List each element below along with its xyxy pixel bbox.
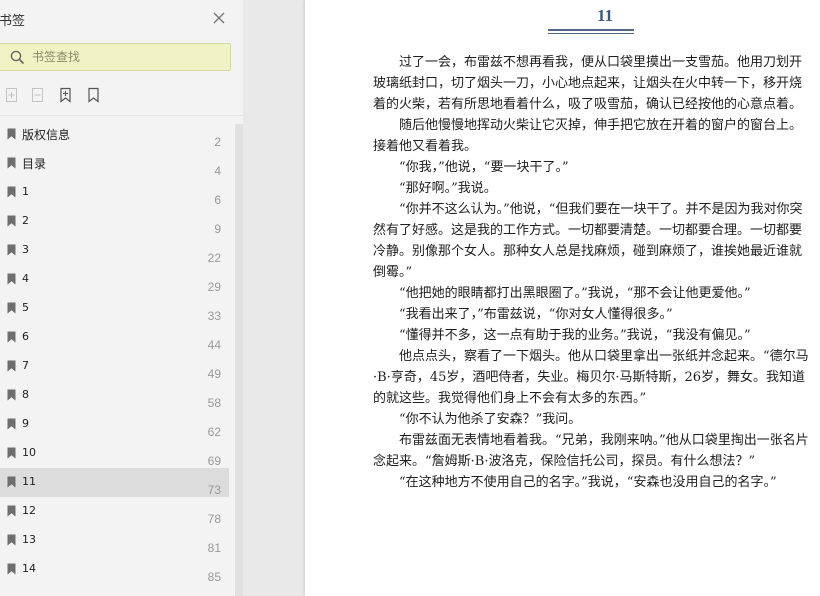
- bookmark-page-number: 62: [207, 425, 221, 439]
- bookmark-item[interactable]: 29: [0, 207, 229, 236]
- bookmark-page-number: 85: [207, 570, 221, 584]
- document-gutter: [243, 0, 305, 596]
- chapter-rule: [548, 29, 634, 31]
- bookmark-list: 版权信息 2 目录 4 1 6 2 9 3 22 4 29 5 33 6 44 7 49 8 58 9 62 10 69 11 7…: [0, 120, 229, 584]
- bookmark-item[interactable]: 版权信息 2: [0, 120, 229, 149]
- bookmark-flag-icon: [7, 360, 16, 372]
- bookmark-label: 7: [22, 359, 29, 372]
- add-bookmark-icon[interactable]: [4, 86, 20, 104]
- bookmark-item[interactable]: 12 78: [0, 497, 229, 526]
- paragraph: “你并不这么认为。”他说，“但我们要在一块干了。并不是因为我对你突然有了好感。这…: [373, 202, 803, 280]
- bookmark-label: 目录: [22, 157, 47, 171]
- paragraph: “你我，”他说，“要一块干了。”: [399, 160, 569, 175]
- bookmark-page-number: 6: [214, 193, 221, 207]
- bookmark-label: 9: [22, 417, 29, 430]
- bookmark-page-number: 69: [207, 454, 221, 468]
- chapter-number: 11: [596, 6, 614, 25]
- bookmark-page-number: 4: [214, 164, 221, 178]
- bookmark-flag-icon: [7, 505, 16, 517]
- chapter-rule: [548, 33, 634, 34]
- bookmark-label: 14: [22, 562, 36, 575]
- bookmark-item[interactable]: 7 49: [0, 352, 229, 381]
- bookmark-outline-icon[interactable]: [86, 86, 102, 104]
- bookmark-label: 11: [22, 475, 36, 488]
- bookmark-search-input[interactable]: [32, 50, 212, 64]
- bookmark-flag-icon: [7, 215, 16, 227]
- paragraph: “在这种地方不使用自己的名字。”我说，“安森也没用自己的名字。”: [399, 475, 777, 490]
- bookmark-label: 4: [22, 272, 29, 285]
- bookmark-label: 1: [22, 185, 29, 198]
- close-icon[interactable]: [212, 11, 226, 25]
- paragraph: 布雷兹面无表情地看着我。“兄弟，我刚来呐。”他从口袋里掏出一张名片念起来。“詹姆…: [373, 433, 809, 469]
- bookmark-flag-icon: [7, 186, 16, 198]
- bookmark-item[interactable]: 13 81: [0, 526, 229, 555]
- paragraph: “懂得并不多，这一点有助于我的业务。”我说，“我没有偏见。”: [399, 328, 751, 343]
- bookmark-page-number: 49: [207, 367, 221, 381]
- bookmark-page-number: 29: [207, 280, 221, 294]
- bookmark-label: 5: [22, 301, 29, 314]
- paragraph: “他把她的眼睛都打出黑眼圈了。”我说，“那不会让他更爱他。”: [399, 286, 751, 301]
- bookmark-flag-icon: [7, 534, 16, 546]
- bookmark-flag-icon: [7, 302, 16, 314]
- bookmark-page-number: 33: [207, 309, 221, 323]
- bookmark-label: 版权信息: [22, 128, 71, 142]
- bookmark-label: 2: [22, 214, 29, 227]
- toolbar-divider: [0, 115, 243, 116]
- bookmark-page-number: 22: [207, 251, 221, 265]
- bookmark-icon[interactable]: [58, 86, 74, 104]
- bookmark-label: 13: [22, 533, 36, 546]
- sidebar-scrollbar[interactable]: [235, 124, 243, 596]
- bookmark-flag-icon: [7, 331, 16, 343]
- bookmark-page-number: 78: [207, 512, 221, 526]
- bookmark-flag-icon: [7, 244, 16, 256]
- delete-bookmark-icon[interactable]: [30, 86, 46, 104]
- chapter-text: 过了一会，布雷兹不想再看我，便从口袋里摸出一支雪茄。他用刀划开玻璃纸封口，切了烟…: [373, 52, 813, 493]
- bookmark-page-number: 9: [214, 222, 221, 236]
- paragraph: “你不认为他杀了安森？”我问。: [399, 412, 582, 427]
- bookmark-item[interactable]: 8 58: [0, 381, 229, 410]
- bookmark-flag-icon: [7, 128, 16, 140]
- bookmark-item[interactable]: 9 62: [0, 410, 229, 439]
- paragraph: 他点点头，察看了一下烟头。他从口袋里拿出一张纸并念起来。“德尔马·B·亨奇，45…: [373, 349, 809, 406]
- bookmark-page-number: 44: [207, 338, 221, 352]
- bookmark-flag-icon: [7, 476, 16, 488]
- bookmark-item[interactable]: 目录 4: [0, 149, 229, 178]
- bookmark-item[interactable]: 3 22: [0, 236, 229, 265]
- bookmark-page-number: 81: [207, 541, 221, 555]
- bookmark-item[interactable]: 5 33: [0, 294, 229, 323]
- bookmark-flag-icon: [7, 157, 16, 169]
- search-icon: [10, 50, 25, 64]
- bookmark-item[interactable]: 16: [0, 178, 229, 207]
- bookmark-flag-icon: [7, 563, 16, 575]
- bookmark-item[interactable]: 14 85: [0, 555, 229, 584]
- bookmark-item[interactable]: 11 73: [0, 468, 229, 497]
- bookmark-flag-icon: [7, 447, 16, 459]
- document-page: 11 过了一会，布雷兹不想再看我，便从口袋里摸出一支雪茄。他用刀划开玻璃纸封口，…: [305, 0, 820, 596]
- paragraph: 随后他慢慢地挥动火柴让它灭掉，伸手把它放在开着的窗户的窗台上。接着他又看着我。: [373, 118, 803, 154]
- bookmark-flag-icon: [7, 273, 16, 285]
- bookmark-page-number: 2: [214, 135, 221, 149]
- panel-title: 书签: [0, 14, 26, 29]
- bookmark-item[interactable]: 10 69: [0, 439, 229, 468]
- bookmark-panel: 书签 版权信息2目录416293224295336447498589621069…: [0, 0, 243, 596]
- bookmark-label: 8: [22, 388, 29, 401]
- bookmark-item[interactable]: 6 44: [0, 323, 229, 352]
- bookmark-label: 3: [22, 243, 29, 256]
- bookmark-label: 10: [22, 446, 36, 459]
- paragraph: 过了一会，布雷兹不想再看我，便从口袋里摸出一支雪茄。他用刀划开玻璃纸封口，切了烟…: [373, 55, 803, 112]
- bookmark-label: 6: [22, 330, 29, 343]
- bookmark-search-box[interactable]: [0, 43, 231, 71]
- paragraph: “我看出来了，”布雷兹说，“你对女人懂得很多。”: [399, 307, 673, 322]
- bookmark-page-number: 58: [207, 396, 221, 410]
- bookmark-item[interactable]: 4 29: [0, 265, 229, 294]
- bookmark-label: 12: [22, 504, 36, 517]
- paragraph: “那好啊。”我说。: [399, 181, 497, 196]
- bookmark-flag-icon: [7, 389, 16, 401]
- bookmark-page-number: 73: [207, 483, 221, 497]
- bookmark-flag-icon: [7, 418, 16, 430]
